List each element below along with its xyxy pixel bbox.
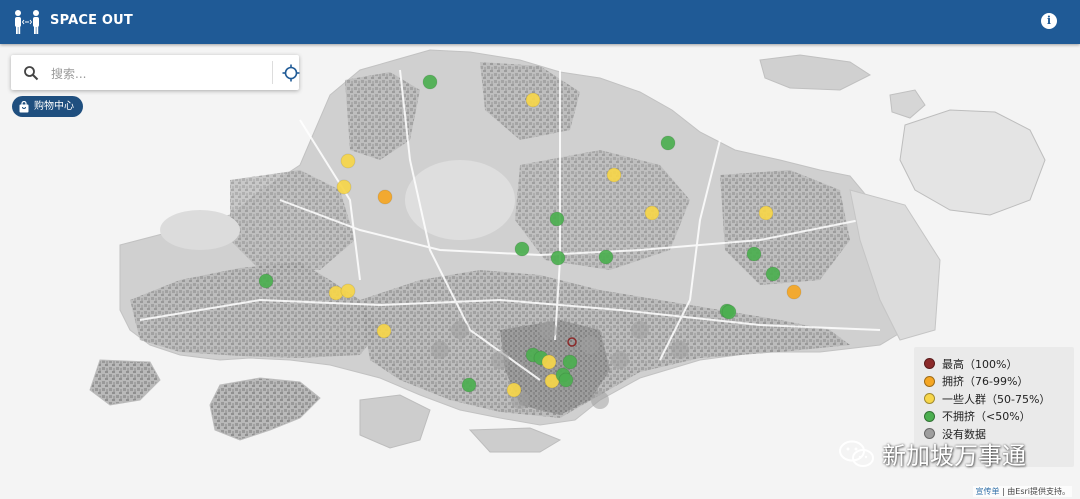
marker-some[interactable] (606, 167, 622, 183)
marker-no-data[interactable] (581, 336, 599, 354)
marker-no-data[interactable] (591, 391, 609, 409)
attribution-text: | 由Esri提供支持。 (999, 487, 1070, 496)
marker-no-data[interactable] (539, 321, 557, 339)
legend-swatch (924, 410, 935, 422)
legend-swatch (924, 358, 935, 370)
marker-not-crowded[interactable] (660, 135, 676, 151)
marker-not-crowded[interactable] (258, 273, 274, 289)
marker-no-data[interactable] (631, 321, 649, 339)
marker-some[interactable] (758, 205, 774, 221)
marker-some[interactable] (336, 179, 352, 195)
marker-not-crowded[interactable] (422, 74, 438, 90)
marker-not-crowded[interactable] (549, 211, 565, 227)
marker-not-crowded[interactable] (461, 377, 477, 393)
wechat-icon (839, 440, 874, 467)
marker-not-crowded[interactable] (514, 241, 530, 257)
central-catchment (405, 160, 515, 240)
category-chip-shopping-mall[interactable]: 购物中心 (12, 96, 83, 117)
shopping-bag-icon (19, 100, 29, 112)
marker-not-crowded[interactable] (550, 250, 566, 266)
marker-not-crowded[interactable] (562, 354, 578, 370)
marker-no-data[interactable] (451, 321, 469, 339)
legend-label: 拥挤（76-99%） (942, 375, 1029, 389)
marker-some[interactable] (376, 323, 392, 339)
map-attribution: 宣传单 | 由Esri提供支持。 (973, 486, 1072, 497)
attribution-link[interactable]: 宣传单 (975, 487, 999, 496)
legend-label: 不拥挤（<50%） (942, 410, 1031, 424)
west-catchment (160, 210, 240, 250)
legend-swatch (924, 375, 935, 387)
info-icon[interactable]: i (1041, 13, 1057, 29)
people-icon (15, 10, 39, 34)
legend-item-some-crowd: 一些人群（50-75%） (924, 390, 1074, 408)
crosshair-icon[interactable] (282, 64, 300, 82)
marker-crowded[interactable] (786, 284, 802, 300)
legend-swatch (924, 393, 935, 405)
marker-not-crowded[interactable] (721, 304, 737, 320)
search-icon[interactable] (23, 65, 39, 81)
marker-not-crowded[interactable] (598, 249, 614, 265)
marker-no-data[interactable] (671, 341, 689, 359)
marker-no-data[interactable] (491, 351, 509, 369)
marker-not-crowded[interactable] (558, 372, 574, 388)
marker-no-data[interactable] (431, 341, 449, 359)
marker-some[interactable] (340, 153, 356, 169)
marker-some[interactable] (525, 92, 541, 108)
marker-crowded[interactable] (377, 189, 393, 205)
app-header: SPACE OUT i (0, 0, 1080, 44)
app-title: SPACE OUT (50, 13, 133, 28)
search-separator (272, 61, 273, 84)
marker-not-crowded[interactable] (765, 266, 781, 282)
legend-label: 一些人群（50-75%） (942, 392, 1051, 406)
legend-item-highest: 最高（100%） (924, 355, 1074, 373)
marker-no-data[interactable] (611, 351, 629, 369)
watermark: 新加坡万事通 (838, 436, 1026, 471)
search-box (11, 55, 300, 90)
legend-label: 最高（100%） (942, 357, 1018, 371)
watermark-text: 新加坡万事通 (882, 442, 1026, 470)
marker-some[interactable] (644, 205, 660, 221)
marker-not-crowded[interactable] (746, 246, 762, 262)
marker-some[interactable] (506, 382, 522, 398)
legend-item-crowded: 拥挤（76-99%） (924, 373, 1074, 391)
search-input[interactable] (49, 63, 263, 85)
marker-some[interactable] (340, 283, 356, 299)
marker-some[interactable] (541, 354, 557, 370)
legend-item-not-crowded: 不拥挤（<50%） (924, 408, 1074, 426)
category-chip-label: 购物中心 (34, 101, 74, 112)
